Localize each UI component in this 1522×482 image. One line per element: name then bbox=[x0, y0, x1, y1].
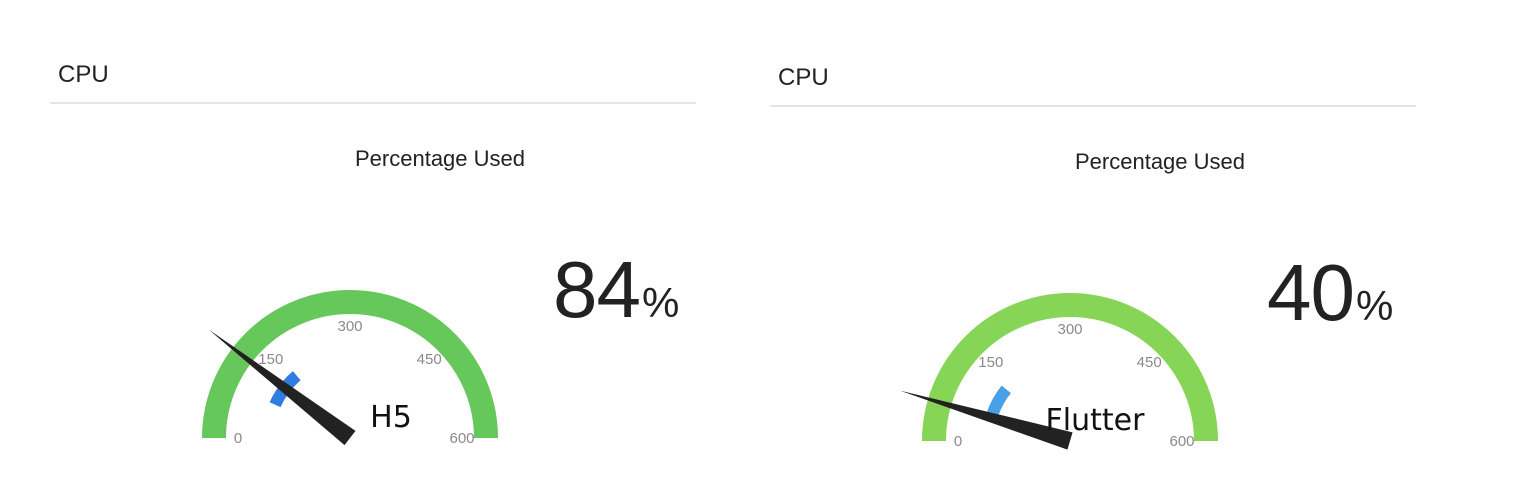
percent-value: 40 bbox=[1267, 248, 1355, 337]
gauge-tick-label: 150 bbox=[978, 354, 1003, 371]
percent-value: 84 bbox=[553, 245, 641, 334]
gauge-tick-label: 150 bbox=[258, 351, 283, 368]
gauge-inner-arc bbox=[987, 385, 1012, 416]
gauge-subtitle: Percentage Used bbox=[1075, 149, 1245, 174]
gauge-tick-label: 300 bbox=[1057, 321, 1082, 338]
gauge-tick-label: 0 bbox=[234, 430, 242, 447]
panel-divider bbox=[770, 105, 1416, 107]
gauge-tick-label: 600 bbox=[449, 430, 474, 447]
gauge-subtitle: Percentage Used bbox=[355, 146, 525, 171]
gauge-caption: Flutter bbox=[1045, 403, 1145, 438]
gauge-tick-label: 450 bbox=[417, 351, 442, 368]
percent-unit: % bbox=[641, 279, 680, 326]
cpu-panel-h5: CPU Percentage Used 0 150 300 450 600 84… bbox=[50, 60, 696, 460]
percent-readout: 40% bbox=[1267, 253, 1393, 333]
cpu-gauge: 0 150 300 450 600 bbox=[202, 290, 498, 447]
panel-title: CPU bbox=[58, 61, 109, 88]
cpu-panel-flutter: CPU Percentage Used 0 150 300 450 600 40… bbox=[770, 63, 1416, 463]
percent-readout: 84% bbox=[553, 250, 679, 330]
panel-divider bbox=[50, 102, 696, 104]
gauge-tick-label: 0 bbox=[954, 433, 962, 450]
gauge-tick-label: 450 bbox=[1137, 354, 1162, 371]
gauge-caption: H5 bbox=[370, 400, 412, 435]
gauge-tick-label: 600 bbox=[1169, 433, 1194, 450]
gauge-tick-label: 300 bbox=[337, 318, 362, 335]
percent-unit: % bbox=[1355, 282, 1394, 329]
panel-title: CPU bbox=[778, 64, 829, 91]
